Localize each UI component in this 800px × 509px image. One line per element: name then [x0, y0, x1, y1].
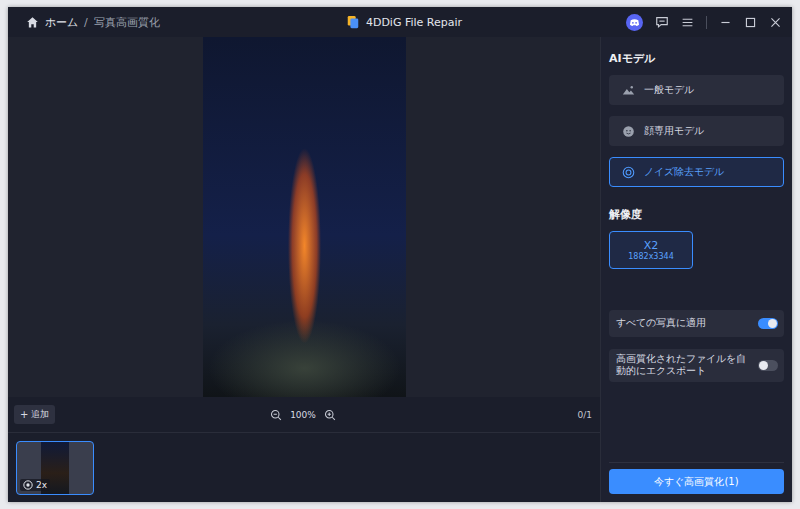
enhance-button[interactable]: 今すぐ高画質化(1)	[609, 469, 784, 494]
add-button[interactable]: +追加	[14, 405, 55, 424]
toggle-switch[interactable]	[758, 318, 778, 329]
resolution-heading: 解像度	[609, 207, 784, 222]
photo-preview	[203, 37, 406, 397]
app-title: 4DDiG File Repair	[346, 15, 462, 29]
window-controls	[462, 14, 782, 31]
toolbar: +追加 100% 0/1	[8, 397, 600, 433]
breadcrumb-separator: /	[84, 16, 88, 29]
zoom-control: 100%	[270, 409, 336, 421]
model-option[interactable]: ノイズ除去モデル	[609, 157, 784, 187]
breadcrumb-item: 写真高画質化	[94, 15, 160, 30]
title-bar: ホーム / 写真高画質化 4DDiG File Repair	[8, 7, 792, 37]
model-option[interactable]: 顔専用モデル	[609, 116, 784, 146]
logo-icon	[346, 15, 360, 29]
zoom-in-icon[interactable]	[324, 409, 336, 421]
settings-panel: AIモデル一般モデル顔専用モデルノイズ除去モデル解像度 X21882x3344 すべ…	[600, 37, 792, 502]
noise-icon	[622, 166, 635, 179]
controls-divider	[706, 16, 707, 29]
scale-badge: 2x	[20, 479, 50, 491]
breadcrumb-item[interactable]: ホーム	[45, 15, 78, 30]
chat-icon[interactable]	[655, 15, 669, 29]
model-option[interactable]: 一般モデル	[609, 75, 784, 105]
home-icon[interactable]	[26, 16, 39, 29]
zoom-level: 100%	[290, 410, 316, 420]
preview-area	[8, 37, 600, 397]
app-window: ホーム / 写真高画質化 4DDiG File Repair +追加 100% 0/1 2x A…	[8, 7, 792, 502]
toggle-row: 高画質化されたファイルを自動的にエクスポート	[609, 349, 784, 382]
maximize-icon[interactable]	[744, 16, 757, 29]
discord-icon[interactable]	[626, 14, 643, 31]
resolution-option[interactable]: X21882x3344	[609, 231, 693, 269]
zoom-out-icon[interactable]	[270, 409, 282, 421]
face-icon	[622, 125, 635, 138]
thumbnail[interactable]: 2x	[16, 441, 94, 495]
minimize-icon[interactable]	[719, 16, 732, 29]
thumbnail-strip: 2x	[8, 433, 600, 502]
page-counter: 0/1	[578, 410, 592, 420]
model-heading: AIモデル	[609, 51, 784, 66]
badge-icon	[23, 480, 33, 490]
menu-icon[interactable]	[681, 16, 694, 29]
close-icon[interactable]	[769, 16, 782, 29]
toggle-switch[interactable]	[758, 360, 778, 371]
workspace: +追加 100% 0/1 2x	[8, 37, 600, 502]
landscape-icon	[622, 84, 635, 97]
toggle-row: すべての写真に適用	[609, 310, 784, 337]
breadcrumb: ホーム / 写真高画質化	[26, 15, 346, 30]
